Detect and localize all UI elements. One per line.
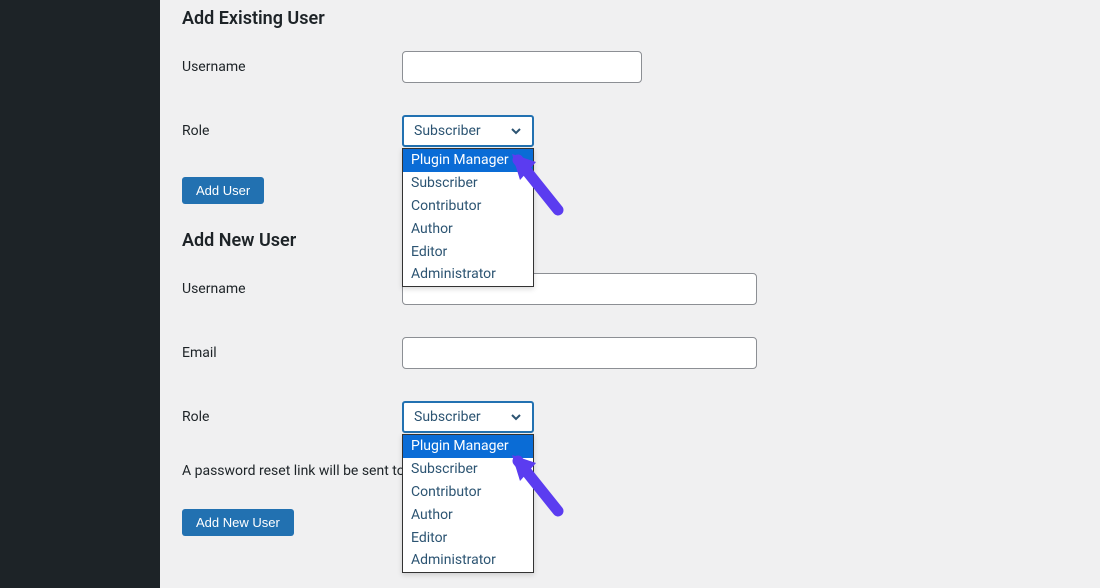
new-role-select[interactable]: Subscriber: [402, 401, 534, 433]
new-role-label: Role: [182, 409, 402, 425]
new-email-label: Email: [182, 345, 402, 361]
role-option-contributor[interactable]: Contributor: [403, 481, 533, 504]
new-role-dropdown: Plugin Manager Subscriber Contributor Au…: [402, 434, 534, 573]
existing-role-row: Role Subscriber Plugin Manager Subscribe…: [182, 113, 1078, 149]
new-email-input[interactable]: [402, 337, 757, 369]
existing-username-label: Username: [182, 59, 402, 75]
chevron-down-icon: [508, 409, 524, 425]
existing-role-dropdown: Plugin Manager Subscriber Contributor Au…: [402, 148, 534, 287]
role-option-editor[interactable]: Editor: [403, 527, 533, 550]
existing-role-select[interactable]: Subscriber: [402, 115, 534, 147]
role-option-administrator[interactable]: Administrator: [403, 263, 533, 286]
role-option-administrator[interactable]: Administrator: [403, 549, 533, 572]
role-option-contributor[interactable]: Contributor: [403, 195, 533, 218]
role-option-plugin-manager[interactable]: Plugin Manager: [403, 149, 533, 172]
role-option-subscriber[interactable]: Subscriber: [403, 172, 533, 195]
new-username-row: Username: [182, 271, 1078, 307]
role-option-plugin-manager[interactable]: Plugin Manager: [403, 435, 533, 458]
add-user-button[interactable]: Add User: [182, 177, 264, 204]
add-existing-user-heading: Add Existing User: [182, 8, 1078, 29]
main-content: Add Existing User Username Role Subscrib…: [160, 0, 1100, 588]
existing-username-input[interactable]: [402, 51, 642, 83]
admin-sidebar: [0, 0, 160, 588]
new-email-row: Email: [182, 335, 1078, 371]
existing-role-value: Subscriber: [414, 123, 481, 139]
existing-role-label: Role: [182, 123, 402, 139]
new-username-label: Username: [182, 281, 402, 297]
new-role-value: Subscriber: [414, 409, 481, 425]
chevron-down-icon: [508, 123, 524, 139]
new-role-row: Role Subscriber Plugin Manager Subscribe…: [182, 399, 1078, 435]
add-new-user-button[interactable]: Add New User: [182, 509, 294, 536]
role-option-author[interactable]: Author: [403, 504, 533, 527]
add-new-user-heading: Add New User: [182, 230, 1078, 251]
existing-username-row: Username: [182, 49, 1078, 85]
role-option-editor[interactable]: Editor: [403, 241, 533, 264]
password-reset-note: A password reset link will be sent to: [182, 463, 1078, 479]
role-option-author[interactable]: Author: [403, 218, 533, 241]
role-option-subscriber[interactable]: Subscriber: [403, 458, 533, 481]
